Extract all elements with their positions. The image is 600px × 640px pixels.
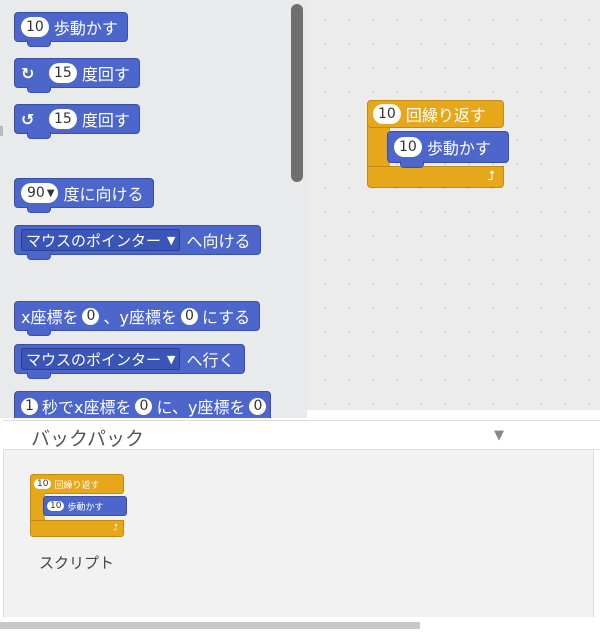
panel-edge xyxy=(0,126,3,136)
thumb-label: 回繰り返す xyxy=(54,480,100,491)
rotate-left-icon: ↺ xyxy=(21,109,35,129)
glide-block[interactable]: 1 秒でx座標を 0 に、y座標を 0 xyxy=(14,391,272,418)
thumb-num: 10 xyxy=(34,479,52,489)
thumb-num: 10 xyxy=(47,501,65,511)
thumb-repeat-block: 10 回繰り返す xyxy=(30,474,124,494)
y-input[interactable]: 0 xyxy=(249,397,267,415)
steps-input[interactable]: 10 xyxy=(394,137,422,157)
horizontal-scrollbar[interactable] xyxy=(0,622,420,629)
y-label: 、y座標を xyxy=(103,308,177,327)
x-input[interactable]: 0 xyxy=(82,307,100,325)
point-direction-block[interactable]: 90 ▼ 度に向ける xyxy=(14,178,154,213)
mid-label: に、y座標を xyxy=(156,398,246,417)
loop-arrow-icon: ⮥ xyxy=(487,169,495,184)
turn-right-block[interactable]: ↻ 15 度回す xyxy=(14,58,140,93)
chevron-down-icon[interactable]: ▼ xyxy=(494,428,504,443)
backpack-title: バックパック xyxy=(31,428,145,450)
repeat-count-input[interactable]: 10 xyxy=(373,104,401,124)
divider xyxy=(593,450,594,617)
repeat-footer: ⮥ xyxy=(367,166,504,188)
direction-dropdown[interactable]: 90 ▼ xyxy=(21,183,58,203)
block-label: へ行く xyxy=(186,351,235,370)
move-steps-block[interactable]: 10 歩動かす xyxy=(14,12,128,47)
bottom-edge xyxy=(0,630,600,640)
move-steps-block[interactable]: 10 歩動かす xyxy=(387,131,509,168)
degrees-input[interactable]: 15 xyxy=(49,63,77,83)
backpack-header[interactable]: バックパック ▼ xyxy=(3,420,600,450)
target-dropdown[interactable]: マウスのポインター ▼ xyxy=(21,229,181,251)
block-label: 度回す xyxy=(81,65,130,84)
x-input[interactable]: 0 xyxy=(135,397,153,415)
block-label: 歩動かす xyxy=(53,19,118,38)
go-to-block[interactable]: マウスのポインター ▼ へ行く xyxy=(14,344,245,379)
steps-input[interactable]: 10 xyxy=(21,17,49,37)
script-area[interactable] xyxy=(307,0,600,410)
secs-label: 秒でx座標を xyxy=(42,398,132,417)
block-label: にする xyxy=(201,308,251,327)
block-label: 回繰り返す xyxy=(405,106,486,125)
chevron-down-icon: ▼ xyxy=(46,187,55,199)
degrees-input[interactable]: 15 xyxy=(49,109,77,129)
target-dropdown[interactable]: マウスのポインター ▼ xyxy=(21,348,181,370)
rotate-right-icon: ↻ xyxy=(21,63,35,83)
block-label: 歩動かす xyxy=(426,139,491,158)
y-input[interactable]: 0 xyxy=(180,307,198,325)
thumb-move-block: 10 歩動かす xyxy=(43,496,127,516)
thumb-label: 歩動かす xyxy=(67,502,104,513)
backpack-item-label: スクリプト xyxy=(39,554,115,572)
block-label: へ向ける xyxy=(186,232,251,251)
backpack-script-thumbnail[interactable]: 10 回繰り返す 10 歩動かす ⮥ xyxy=(30,474,127,538)
secs-input[interactable]: 1 xyxy=(21,397,38,415)
chevron-down-icon: ▼ xyxy=(167,352,176,366)
turn-left-block[interactable]: ↺ 15 度回す xyxy=(14,104,140,139)
x-label: x座標を xyxy=(21,308,79,327)
palette-scroll-thumb[interactable] xyxy=(291,4,303,182)
chevron-down-icon: ▼ xyxy=(167,233,176,247)
block-label: 度回す xyxy=(81,111,130,130)
repeat-header[interactable]: 10 回繰り返す xyxy=(367,100,504,128)
point-towards-block[interactable]: マウスのポインター ▼ へ向ける xyxy=(14,225,261,260)
go-to-xy-block[interactable]: x座標を 0 、y座標を 0 にする xyxy=(14,301,261,336)
block-palette: 10 歩動かす ↻ 15 度回す ↺ 15 度回す 90 ▼ 度に向ける マウスの… xyxy=(0,0,307,418)
block-label: 度に向ける xyxy=(63,185,144,204)
loop-arrow-icon: ⮥ xyxy=(112,523,118,533)
thumb-repeat-footer: ⮥ xyxy=(30,520,124,537)
